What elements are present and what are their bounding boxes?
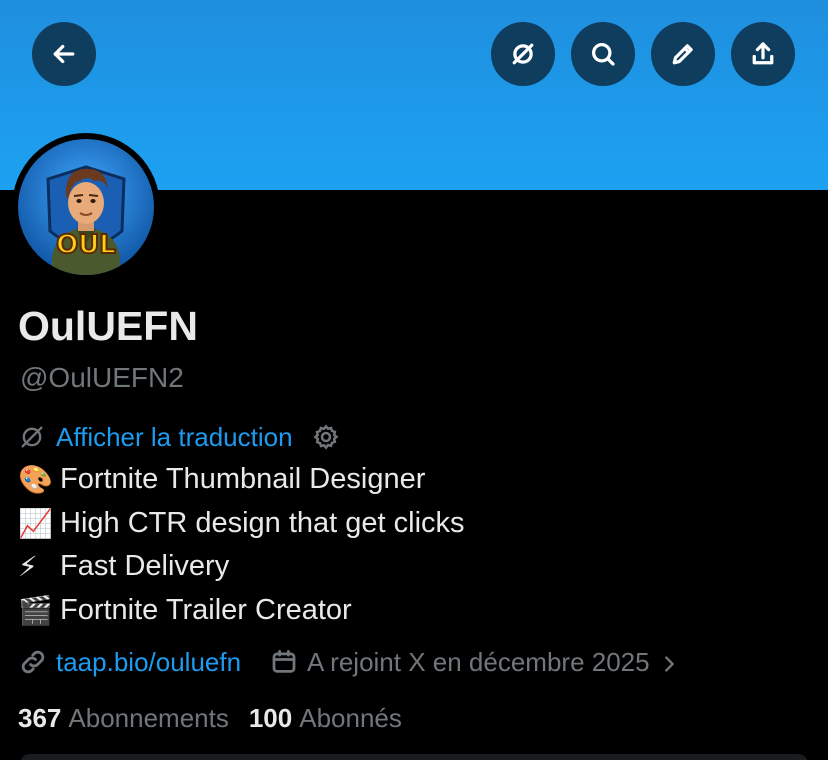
bio: 🎨 Fortnite Thumbnail Designer 📈 High CTR d… xyxy=(18,458,465,632)
bio-line: 📈 High CTR design that get clicks xyxy=(18,502,465,546)
bio-line-text: Fortnite Thumbnail Designer xyxy=(60,463,426,495)
gear-icon[interactable] xyxy=(311,422,341,452)
arrow-left-icon xyxy=(53,44,75,64)
lightning-icon: ⚡ xyxy=(18,551,38,582)
bio-line-text: Fast Delivery xyxy=(60,550,230,582)
bio-line: 🎨 Fortnite Thumbnail Designer xyxy=(18,458,465,502)
followers-stat[interactable]: 100 Abonnés xyxy=(249,703,402,734)
following-stat[interactable]: 367 Abonnements xyxy=(18,703,229,734)
translate-toggle-button[interactable] xyxy=(491,22,555,86)
bio-line: ⚡ Fast Delivery xyxy=(18,545,465,589)
profile-meta-row: taap.bio/ouluefn A rejoint X en décembre… xyxy=(18,642,680,682)
chevron-right-icon[interactable] xyxy=(658,651,680,673)
display-name: OulUEFN xyxy=(18,303,198,349)
following-label: Abonnements xyxy=(68,703,229,733)
bio-line-text: High CTR design that get clicks xyxy=(60,506,465,539)
bottom-partial-bar xyxy=(20,754,808,760)
translate-off-icon xyxy=(512,43,534,65)
share-upload-icon xyxy=(752,42,774,65)
user-handle: @OulUEFN2 xyxy=(20,362,184,393)
share-button[interactable] xyxy=(731,22,795,86)
clapperboard-icon: 🎬 xyxy=(18,594,53,626)
translate-off-icon xyxy=(18,423,46,451)
avatar-logo-text: OUL xyxy=(56,230,116,260)
search-button[interactable] xyxy=(571,22,635,86)
bio-line: 🎬 Fortnite Trailer Creator xyxy=(18,589,465,633)
edit-pencil-icon xyxy=(672,44,693,65)
profile-website-link[interactable]: taap.bio/ouluefn xyxy=(56,647,241,678)
follow-stats: 367 Abonnements 100 Abonnés xyxy=(18,703,422,734)
calendar-icon xyxy=(269,647,299,677)
translate-row: Afficher la traduction xyxy=(18,420,341,454)
edit-button[interactable] xyxy=(651,22,715,86)
followers-label: Abonnés xyxy=(299,703,402,733)
avatar[interactable]: OUL xyxy=(12,133,160,281)
search-icon xyxy=(592,43,615,66)
avatar-image: OUL xyxy=(18,139,154,275)
joined-date: A rejoint X en décembre 2025 xyxy=(307,646,650,677)
back-button[interactable] xyxy=(32,22,96,86)
show-translation-link[interactable]: Afficher la traduction xyxy=(56,422,293,453)
following-count: 367 xyxy=(18,703,62,733)
followers-count: 100 xyxy=(248,703,293,733)
bio-line-text: Fortnite Trailer Creator xyxy=(60,593,352,626)
palette-icon: 🎨 xyxy=(18,464,53,495)
link-icon xyxy=(18,647,48,677)
chart-up-icon: 📈 xyxy=(18,507,53,539)
